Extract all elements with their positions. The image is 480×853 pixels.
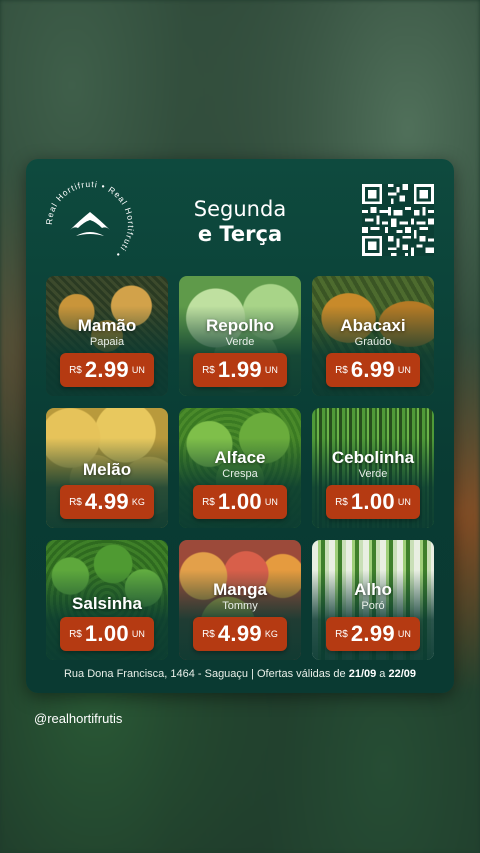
product-tile-cebolinha[interactable]: Cebolinha Verde R$ 1.00 UN xyxy=(312,408,434,528)
product-name: Salsinha xyxy=(72,594,142,613)
product-tile-abacaxi[interactable]: Abacaxi Graúdo R$ 6.99 UN xyxy=(312,276,434,396)
product-name: Cebolinha xyxy=(331,448,415,467)
product-tile-alho[interactable]: Alho Poró R$ 2.99 UN xyxy=(312,540,434,660)
product-name: Abacaxi xyxy=(340,316,406,335)
price-tag: R$ 1.99 UN xyxy=(193,353,287,387)
date-from: 21/09 xyxy=(348,668,377,680)
product-variety: Verde xyxy=(225,336,255,348)
product-name: Manga xyxy=(213,580,267,599)
crown-icon: Real Hortifruti • Real Hortifruti • xyxy=(44,179,135,260)
instagram-handle-link[interactable]: @realhortifrutis xyxy=(34,711,122,726)
price-tag: R$ 1.00 UN xyxy=(193,485,287,519)
price-tag: R$ 1.00 UN xyxy=(60,617,154,651)
product-variety: Papaia xyxy=(89,336,125,348)
price-tag: R$ 6.99 UN xyxy=(326,353,420,387)
price-tag: R$ 4.99 KG xyxy=(60,485,154,519)
store-address: Rua Dona Francisca, 1464 - Saguaçu | Ofe… xyxy=(63,668,349,680)
product-tile-melao[interactable]: Melão R$ 4.99 KG xyxy=(46,408,168,528)
title-line-2: e Terça xyxy=(197,222,283,246)
product-tile-manga[interactable]: Manga Tommy R$ 4.99 KG xyxy=(179,540,301,660)
product-name: Melão xyxy=(82,460,132,479)
product-name: Alface xyxy=(214,448,266,467)
product-name: Mamão xyxy=(77,316,137,335)
product-variety: Verde xyxy=(358,468,388,480)
page-title: Segunda e Terça xyxy=(172,197,308,247)
price-tag: R$ 2.99 UN xyxy=(326,617,420,651)
product-variety: Crespa xyxy=(222,468,258,480)
product-variety: Poró xyxy=(361,600,385,612)
price-tag: R$ 1.00 UN xyxy=(326,485,420,519)
price-tag: R$ 4.99 KG xyxy=(193,617,287,651)
product-variety: Tommy xyxy=(222,600,258,612)
qr-code-icon[interactable] xyxy=(362,184,434,256)
product-tile-alface[interactable]: Alface Crespa R$ 1.00 UN xyxy=(179,408,301,528)
product-tile-repolho[interactable]: Repolho Verde R$ 1.99 UN xyxy=(179,276,301,396)
offer-footer: Rua Dona Francisca, 1464 - Saguaçu | Ofe… xyxy=(63,668,417,680)
brand-logo: Real Hortifruti • Real Hortifruti • xyxy=(40,179,140,270)
product-tile-mamao[interactable]: Mamão Papaia R$ 2.99 UN xyxy=(46,276,168,396)
price-tag: R$ 2.99 UN xyxy=(60,353,154,387)
title-line-1: Segunda xyxy=(193,197,287,221)
product-name: Repolho xyxy=(206,316,274,335)
date-to: 22/09 xyxy=(388,668,417,680)
product-tile-salsinha[interactable]: Salsinha R$ 1.00 UN xyxy=(46,540,168,660)
product-variety: Graúdo xyxy=(354,336,392,348)
product-name: Alho xyxy=(354,580,392,599)
